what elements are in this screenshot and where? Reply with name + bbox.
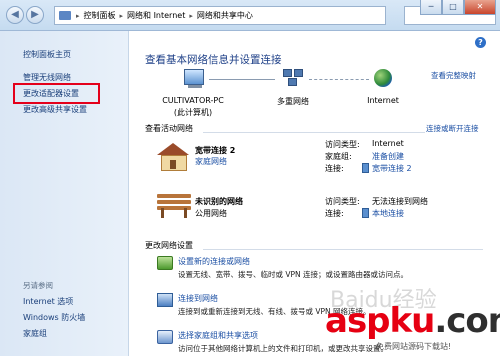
watermark-part: asp (325, 301, 391, 341)
forward-icon[interactable]: ▶ (26, 6, 44, 24)
breadcrumb-network-internet[interactable]: 网络和 Internet (127, 10, 185, 21)
sidebar-item-homegroup[interactable]: 家庭组 (23, 328, 47, 339)
connection-line (309, 79, 369, 80)
minimize-button[interactable]: ─ (420, 0, 442, 15)
connection-line (209, 79, 275, 80)
change-settings-heading: 更改网络设置 (145, 241, 193, 250)
title-bar: ◀ ▶ ▸ 控制面板 ▸ 网络和 Internet ▸ 网络和共享中心 ─ □ … (0, 0, 500, 31)
node-multi-network: 多重网络 (277, 97, 309, 106)
breadcrumb-separator-icon: ▸ (119, 11, 124, 20)
connect-network-icon (157, 293, 173, 307)
help-icon[interactable]: ? (475, 37, 486, 48)
access-type-value: Internet (372, 139, 404, 148)
new-connection-icon (157, 256, 173, 270)
sidebar-item-firewall[interactable]: Windows 防火墙 (23, 312, 85, 323)
back-icon[interactable]: ◀ (6, 6, 24, 24)
maximize-button[interactable]: □ (442, 0, 464, 15)
homegroup-link[interactable]: 准备创建 (372, 151, 404, 162)
watermark-subtitle: 免费网站源码下载站! (376, 342, 452, 351)
connection-link[interactable]: 宽带连接 2 (372, 163, 412, 174)
computer-icon (184, 69, 204, 88)
watermark-part: .com (434, 301, 500, 341)
watermark-part: ku (389, 301, 436, 341)
watermark-logo: aspku.com (325, 301, 500, 341)
connection-icon (362, 163, 369, 173)
internet-globe-icon (374, 69, 392, 87)
folder-icon (59, 11, 71, 20)
homegroup-label: 家庭组: (325, 152, 352, 161)
task-new-connection-link[interactable]: 设置新的连接或网络 (178, 256, 250, 267)
divider (203, 132, 425, 133)
window-controls: ─ □ ✕ (420, 0, 496, 15)
address-bar[interactable]: ▸ 控制面板 ▸ 网络和 Internet ▸ 网络和共享中心 (54, 6, 386, 25)
node-computer-name: CULTIVATOR-PC (162, 96, 224, 105)
network-type: 公用网络 (195, 209, 227, 218)
access-type-label: 访问类型: (325, 197, 360, 206)
homegroup-sharing-icon (157, 330, 173, 344)
view-full-map-link[interactable]: 查看完整映射 (431, 70, 476, 81)
task-description: 设置无线、宽带、拨号、临时或 VPN 连接；或设置路由器或访问点。 (178, 270, 409, 279)
task-connect-link[interactable]: 连接到网络 (178, 293, 218, 304)
task-homegroup-link[interactable]: 选择家庭组和共享选项 (178, 330, 258, 341)
active-networks-heading: 查看活动网络 (145, 124, 193, 133)
see-also-label: 另请参阅 (23, 281, 53, 290)
connection-icon (362, 208, 369, 218)
breadcrumb-network-center[interactable]: 网络和共享中心 (197, 10, 253, 21)
network-type-link[interactable]: 家庭网络 (195, 156, 227, 167)
sidebar-item-internet-options[interactable]: Internet 选项 (23, 296, 73, 307)
multiple-networks-icon (283, 69, 303, 87)
public-network-icon (157, 194, 191, 218)
connect-disconnect-link[interactable]: 连接或断开连接 (426, 123, 479, 134)
connection-label: 连接: (325, 164, 344, 173)
access-type-value: 无法连接到网络 (372, 197, 428, 206)
access-type-label: 访问类型: (325, 140, 360, 149)
sidebar-item-advanced-sharing[interactable]: 更改高级共享设置 (23, 104, 87, 115)
breadcrumb-separator-icon: ▸ (189, 11, 193, 20)
task-description: 访问位于其他网络计算机上的文件和打印机，或更改共享设置。 (178, 344, 388, 353)
home-network-icon (157, 143, 189, 171)
node-internet: Internet (367, 96, 399, 105)
sidebar: 控制面板主页 管理无线网络 更改适配器设置 更改高级共享设置 另请参阅 Inte… (0, 31, 129, 356)
connection-link[interactable]: 本地连接 (372, 208, 404, 219)
breadcrumb-separator-icon: ▸ (76, 11, 80, 20)
page-title: 查看基本网络信息并设置连接 (145, 54, 282, 66)
node-computer-sub: (此计算机) (173, 108, 213, 117)
breadcrumb-control-panel[interactable]: 控制面板 (84, 10, 116, 21)
highlight-box (13, 83, 100, 104)
network-name: 宽带连接 2 (195, 146, 236, 155)
sidebar-item-manage-wireless[interactable]: 管理无线网络 (23, 72, 71, 83)
sidebar-home[interactable]: 控制面板主页 (23, 49, 71, 60)
divider (203, 249, 483, 250)
connection-label: 连接: (325, 209, 344, 218)
close-button[interactable]: ✕ (464, 0, 496, 15)
network-name: 未识别的网络 (195, 197, 243, 206)
